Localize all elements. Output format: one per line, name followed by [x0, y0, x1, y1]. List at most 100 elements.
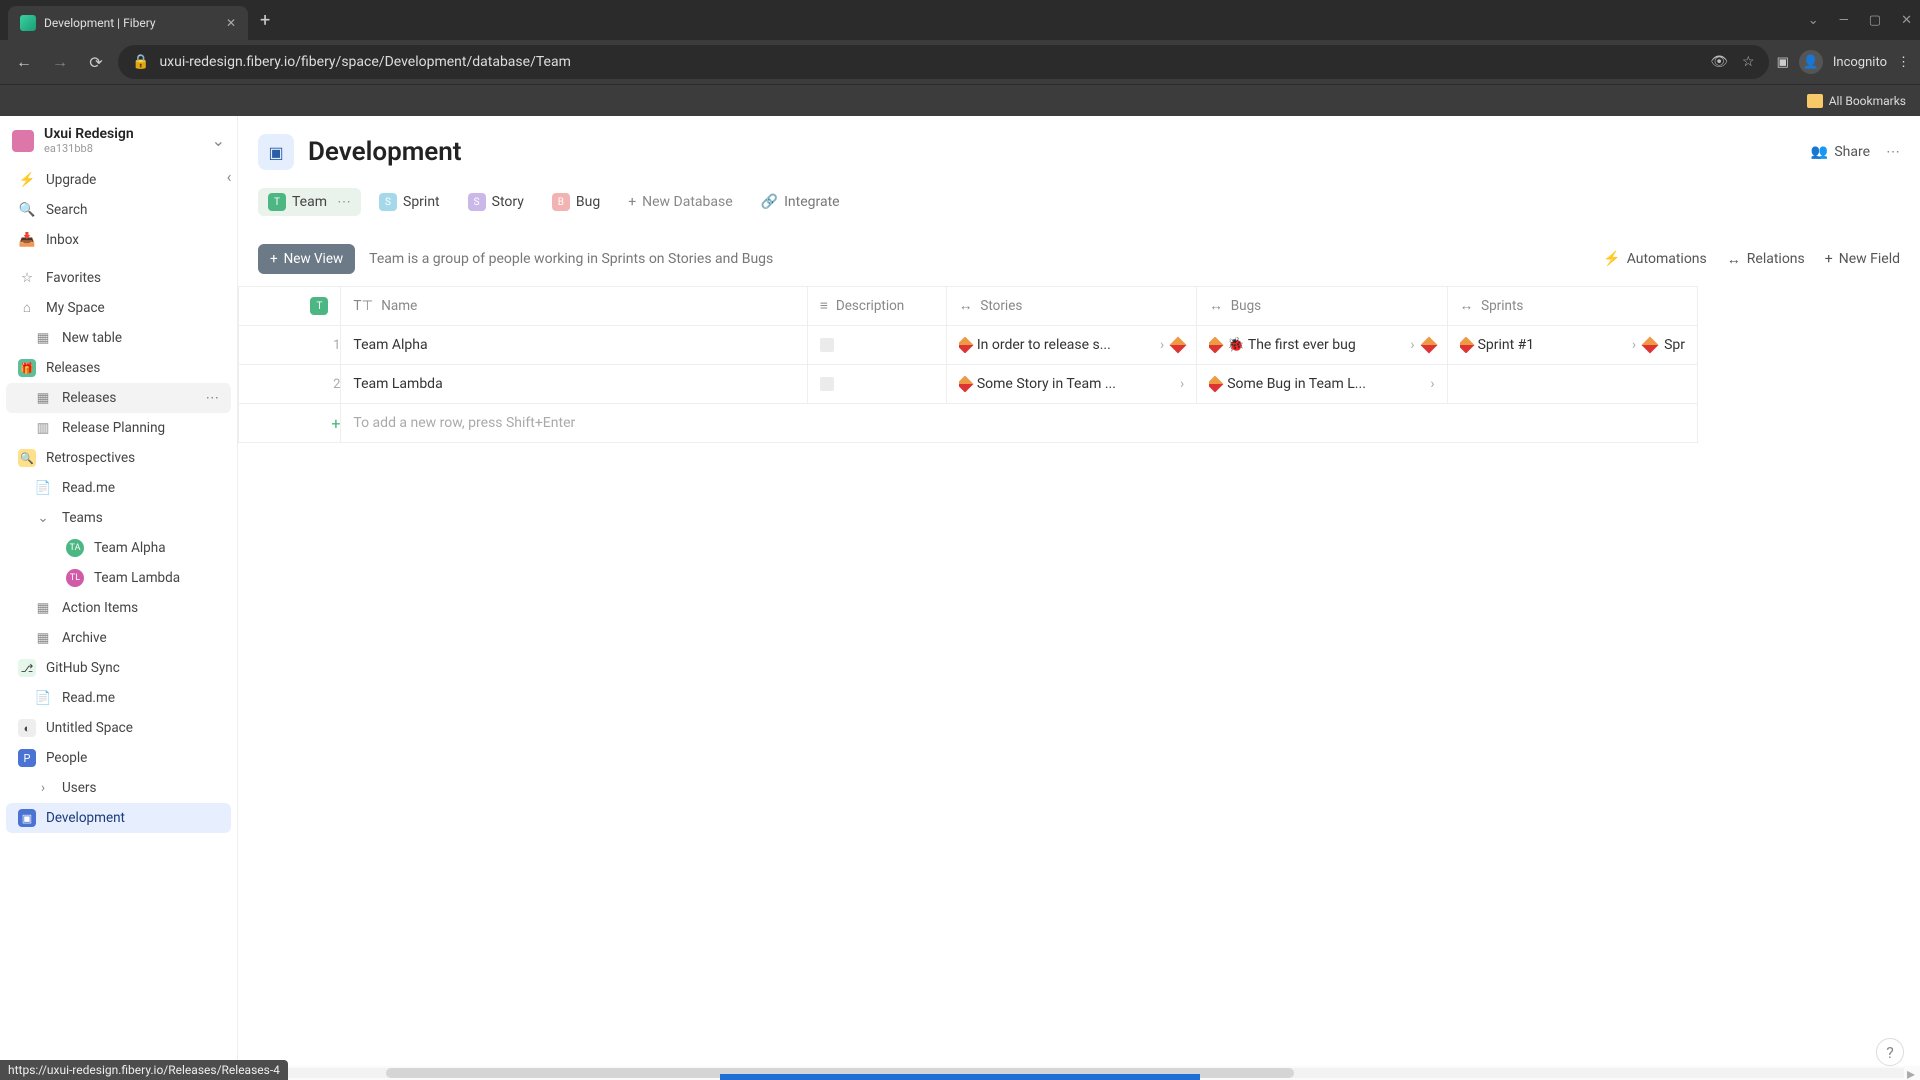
more-icon[interactable]: ⋯: [206, 390, 220, 406]
sidebar-readme2[interactable]: 📄Read.me: [6, 683, 231, 713]
sidebar-untitled[interactable]: ◐Untitled Space: [6, 713, 231, 743]
cell-name[interactable]: Team Lambda: [341, 365, 807, 403]
bug-chip[interactable]: Some Bug in Team L...: [1209, 376, 1422, 392]
browser-tab[interactable]: Development | Fibery ✕: [8, 6, 248, 40]
chevron-right-icon[interactable]: ›: [1180, 376, 1184, 392]
col-stories-header[interactable]: ↔Stories: [946, 287, 1196, 326]
sidebar-retro[interactable]: 🔍Retrospectives: [6, 443, 231, 473]
sidebar-release-planning[interactable]: ▥Release Planning: [6, 413, 231, 443]
sidebar-releases[interactable]: 🎁Releases: [6, 353, 231, 383]
col-bugs-header[interactable]: ↔Bugs: [1197, 287, 1447, 326]
tab-story[interactable]: SStory: [458, 188, 534, 216]
minimize-icon[interactable]: ―: [1839, 13, 1849, 28]
star-icon[interactable]: ☆: [1742, 54, 1755, 70]
sidebar-inbox[interactable]: 📥Inbox: [6, 225, 231, 255]
chevron-right-icon[interactable]: ›: [1410, 337, 1414, 353]
sidebar-search[interactable]: 🔍Search: [6, 195, 231, 225]
incognito-avatar[interactable]: 👤: [1799, 50, 1823, 74]
sidebar-teams[interactable]: ⌄Teams: [6, 503, 231, 533]
add-row[interactable]: + To add a new row, press Shift+Enter: [239, 404, 1698, 443]
col-description-header[interactable]: ≡Description: [808, 287, 947, 326]
chevron-right-icon: ›: [34, 779, 52, 797]
sidebar-team-alpha[interactable]: TATeam Alpha: [6, 533, 231, 563]
row-number: 2: [239, 365, 341, 404]
sidebar-myspace[interactable]: ⌂My Space: [6, 293, 231, 323]
chevron-down-icon[interactable]: ⌄: [212, 131, 225, 150]
home-icon: ⌂: [18, 299, 36, 317]
panel-icon[interactable]: ▣: [1777, 55, 1789, 70]
col-sprints-header[interactable]: ↔Sprints: [1447, 287, 1697, 326]
story-chip[interactable]: Some Story in Team ...: [959, 376, 1172, 392]
flag-icon: [1642, 337, 1659, 354]
sidebar-people[interactable]: PPeople: [6, 743, 231, 773]
sidebar-upgrade[interactable]: ⚡Upgrade: [6, 165, 231, 195]
new-database-button[interactable]: +New Database: [618, 189, 742, 215]
incognito-eye-icon[interactable]: 👁: [1710, 54, 1728, 70]
reload-button[interactable]: ⟳: [82, 48, 110, 76]
tab-sprint[interactable]: SSprint: [369, 188, 450, 216]
sidebar-action-items[interactable]: ▦Action Items: [6, 593, 231, 623]
new-view-button[interactable]: +New View: [258, 244, 355, 274]
sidebar-releases-view[interactable]: ▦Releases⋯: [6, 383, 231, 413]
workspace-switcher[interactable]: Uxui Redesign ea131bb8 ⌄: [0, 116, 237, 165]
page-icon[interactable]: ▣: [258, 134, 294, 170]
chevron-right-icon[interactable]: ›: [1160, 337, 1164, 353]
share-button[interactable]: 👥Share: [1811, 144, 1870, 160]
help-button[interactable]: ?: [1876, 1038, 1904, 1066]
more-icon[interactable]: ⋯: [1886, 144, 1900, 160]
page-title[interactable]: Development: [308, 137, 462, 167]
sprint-chip[interactable]: Sprint #1: [1460, 337, 1624, 353]
add-row-placeholder[interactable]: To add a new row, press Shift+Enter: [341, 404, 1697, 442]
main-content: ▣ Development 👥Share ⋯ TTeam⋯ SSprint SS…: [238, 116, 1920, 1080]
team-badge: TL: [66, 569, 84, 587]
plus-icon[interactable]: +: [239, 404, 341, 443]
plus-icon: +: [270, 251, 278, 267]
tab-bug[interactable]: BBug: [542, 188, 610, 216]
relations-button[interactable]: ↔Relations: [1727, 251, 1805, 268]
story-badge-icon: S: [468, 193, 486, 211]
sidebar-favorites[interactable]: ☆Favorites: [6, 263, 231, 293]
forward-button[interactable]: →: [46, 48, 74, 76]
url-text: uxui-redesign.fibery.io/fibery/space/Dev…: [159, 54, 570, 70]
maximize-icon[interactable]: ▢: [1869, 13, 1881, 28]
github-icon: ⎇: [18, 659, 36, 677]
automations-button[interactable]: ⚡Automations: [1603, 251, 1706, 268]
collapse-sidebar-button[interactable]: ‹: [219, 166, 239, 186]
sidebar-development[interactable]: ▣Development: [6, 803, 231, 833]
bug-chip[interactable]: 🐞 The first ever bug: [1209, 337, 1402, 353]
kebab-icon[interactable]: ⋮: [1897, 55, 1910, 70]
chevron-right-icon[interactable]: ›: [1430, 376, 1434, 392]
integrate-button[interactable]: 🔗Integrate: [751, 189, 850, 215]
all-bookmarks[interactable]: All Bookmarks: [1829, 94, 1906, 108]
cell-description[interactable]: [808, 365, 946, 403]
flag-icon: [959, 337, 973, 353]
story-chip[interactable]: In order to release s...: [959, 337, 1152, 353]
sidebar-newtable[interactable]: ▦New table: [6, 323, 231, 353]
plus-icon: +: [628, 194, 636, 210]
sidebar-github[interactable]: ⎇GitHub Sync: [6, 653, 231, 683]
table-row[interactable]: 1 Team Alpha In order to release s...› 🐞…: [239, 326, 1698, 365]
more-icon[interactable]: ⋯: [337, 194, 351, 210]
table: T T⊤Name ≡Description ↔Stories ↔Bugs ↔Sp…: [238, 286, 1920, 1066]
back-button[interactable]: ←: [10, 48, 38, 76]
cell-sprints[interactable]: [1448, 365, 1697, 403]
sidebar-archive[interactable]: ▦Archive: [6, 623, 231, 653]
browser-nav-bar: ← → ⟳ 🔒 uxui-redesign.fibery.io/fibery/s…: [0, 40, 1920, 84]
url-bar[interactable]: 🔒 uxui-redesign.fibery.io/fibery/space/D…: [118, 45, 1769, 79]
new-field-button[interactable]: +New Field: [1825, 251, 1900, 268]
sidebar-team-lambda[interactable]: TLTeam Lambda: [6, 563, 231, 593]
status-bar-link: https://uxui-redesign.fibery.io/Releases…: [0, 1060, 288, 1080]
close-window-icon[interactable]: ✕: [1901, 13, 1912, 28]
sidebar-users[interactable]: ›Users: [6, 773, 231, 803]
cell-description[interactable]: [808, 326, 946, 364]
cell-name[interactable]: Team Alpha: [341, 326, 807, 364]
close-icon[interactable]: ✕: [226, 16, 236, 30]
sidebar-readme1[interactable]: 📄Read.me: [6, 473, 231, 503]
col-name-header[interactable]: T⊤Name: [341, 287, 808, 326]
chevron-down-icon[interactable]: ⌄: [1808, 13, 1819, 28]
table-row[interactable]: 2 Team Lambda Some Story in Team ... › So…: [239, 365, 1698, 404]
chevron-right-icon[interactable]: ›: [1632, 337, 1636, 353]
tab-team[interactable]: TTeam⋯: [258, 188, 361, 216]
new-tab-button[interactable]: +: [260, 10, 270, 31]
flag-icon: [1420, 337, 1437, 354]
